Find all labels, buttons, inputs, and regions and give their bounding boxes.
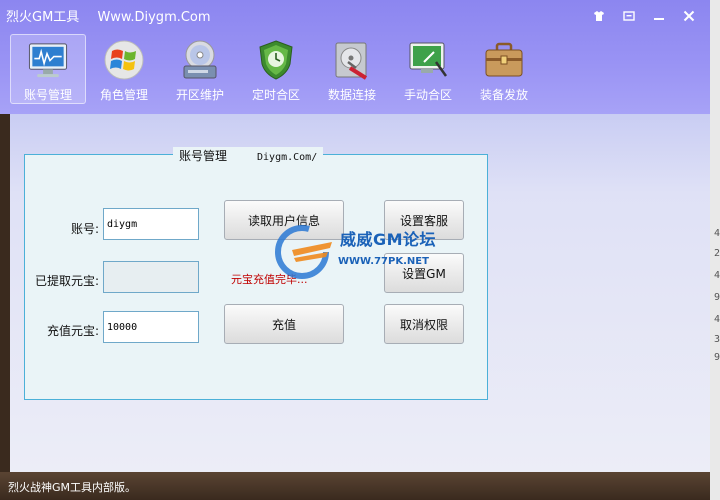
tab-label: 角色管理 xyxy=(99,88,148,102)
status-bar: 烈火战神GM工具内部版。 xyxy=(0,472,710,500)
gm-tool-window: 烈火GM工具 Www.Diygm.Com 账号管理 角色管理 开区维护 定时合区… xyxy=(0,0,710,500)
panel-domain: Diygm.Com/ xyxy=(257,152,318,163)
read-user-info-button[interactable]: 读取用户信息 xyxy=(224,200,344,240)
tab-label: 开区维护 xyxy=(175,88,224,102)
tab-label: 账号管理 xyxy=(23,88,72,102)
bg-number: 4 xyxy=(714,314,720,325)
set-gm-button[interactable]: 设置GM xyxy=(384,253,464,293)
monitor-icon xyxy=(28,43,68,78)
tab-label: 定时合区 xyxy=(251,88,300,102)
panel-title-text: 账号管理 xyxy=(179,149,228,163)
tab-manual-merge[interactable]: 手动合区 xyxy=(390,34,466,104)
main-toolbar: 账号管理 角色管理 开区维护 定时合区 数据连接 手动合区 装备发放 xyxy=(10,34,542,106)
close-icon xyxy=(683,10,695,22)
status-bar-text: 烈火战神GM工具内部版。 xyxy=(8,481,137,494)
shield-clock-icon xyxy=(259,40,293,80)
bg-number: 9 xyxy=(714,292,720,303)
extracted-yuanbao-label: 已提取元宝: xyxy=(34,274,99,288)
extracted-yuanbao-input[interactable] xyxy=(103,261,199,293)
toolbox-icon xyxy=(485,42,523,77)
account-label: 账号: xyxy=(70,222,99,236)
tab-scheduled-merge[interactable]: 定时合区 xyxy=(238,34,314,104)
bg-number: 3 xyxy=(714,334,720,345)
bg-number: 2 xyxy=(714,248,720,259)
panel-title: 账号管理 Diygm.Com/ xyxy=(173,147,324,164)
bg-number: 4 xyxy=(714,228,720,239)
screen-pen-icon xyxy=(409,42,448,77)
tab-label: 手动合区 xyxy=(403,88,452,102)
restore-icon xyxy=(623,11,635,21)
recharge-yuanbao-input[interactable] xyxy=(103,311,199,343)
account-management-panel: 账号管理 Diygm.Com/ 账号: 已提取元宝: 充值元宝: 读取用户信息 充… xyxy=(24,147,488,400)
minimize-button[interactable] xyxy=(646,6,672,26)
windows-logo-icon xyxy=(104,40,144,80)
main-content: 账号管理 Diygm.Com/ 账号: 已提取元宝: 充值元宝: 读取用户信息 充… xyxy=(10,114,710,472)
minimize-icon xyxy=(654,18,664,20)
account-input[interactable] xyxy=(103,208,199,240)
tab-equipment-distribution[interactable]: 装备发放 xyxy=(466,34,542,104)
site-url: Www.Diygm.Com xyxy=(97,10,211,25)
title-toolbar-area: 烈火GM工具 Www.Diygm.Com 账号管理 角色管理 开区维护 定时合区… xyxy=(0,0,710,114)
tab-data-connection[interactable]: 数据连接 xyxy=(314,34,390,104)
window-title: 烈火GM工具 Www.Diygm.Com xyxy=(6,6,211,25)
app-title: 烈火GM工具 xyxy=(6,10,80,25)
set-customer-service-button[interactable]: 设置客服 xyxy=(384,200,464,240)
cancel-permission-button[interactable]: 取消权限 xyxy=(384,304,464,344)
tab-role-management[interactable]: 角色管理 xyxy=(86,34,162,104)
disk-tools-icon xyxy=(335,42,368,80)
restore-button[interactable] xyxy=(616,6,642,26)
recharge-button[interactable]: 充值 xyxy=(224,304,344,344)
bg-number: 9 xyxy=(714,352,720,363)
bg-number: 4 xyxy=(714,270,720,281)
skin-button[interactable] xyxy=(586,6,612,26)
tab-account-management[interactable]: 账号管理 xyxy=(10,34,86,104)
status-message: 元宝充值完毕... xyxy=(231,273,308,286)
window-controls xyxy=(586,6,702,26)
tab-label: 装备发放 xyxy=(479,88,528,102)
tab-label: 数据连接 xyxy=(327,88,376,102)
recharge-yuanbao-label: 充值元宝: xyxy=(46,324,99,338)
close-button[interactable] xyxy=(676,6,702,26)
tab-server-maintenance[interactable]: 开区维护 xyxy=(162,34,238,104)
skin-icon xyxy=(594,11,604,21)
disc-drive-icon xyxy=(183,40,217,79)
